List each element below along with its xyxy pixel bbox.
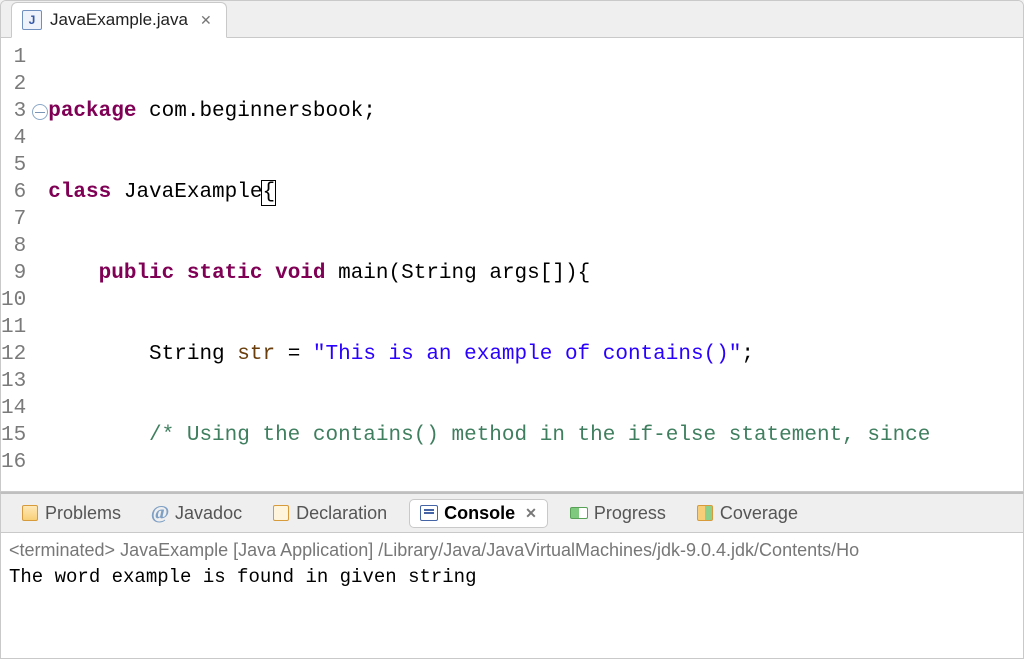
coverage-icon <box>696 504 714 522</box>
fold-toggle-icon[interactable] <box>32 104 48 120</box>
editor-tabbar: J JavaExample.java ✕ <box>1 1 1023 38</box>
console-output-line: The word example is found in given strin… <box>9 564 1015 591</box>
console-icon <box>420 505 438 521</box>
tab-progress[interactable]: Progress <box>562 499 674 528</box>
editor-tab-javaexample[interactable]: J JavaExample.java ✕ <box>11 2 227 38</box>
code-area[interactable]: 1234 5678 9101112 13141516 package com.b… <box>1 38 1023 491</box>
fold-column <box>32 44 48 491</box>
close-icon[interactable]: ✕ <box>525 505 537 522</box>
javadoc-icon: @ <box>151 504 169 522</box>
editor-panel: J JavaExample.java ✕ 1234 5678 9101112 1… <box>0 0 1024 492</box>
tab-coverage[interactable]: Coverage <box>688 499 806 528</box>
console-view[interactable]: <terminated> JavaExample [Java Applicati… <box>1 533 1023 658</box>
line-gutter: 1234 5678 9101112 13141516 <box>1 44 32 491</box>
tab-javadoc[interactable]: @ Javadoc <box>143 499 250 528</box>
editor-tab-label: JavaExample.java <box>50 10 188 30</box>
problems-icon <box>21 504 39 522</box>
code-lines[interactable]: package com.beginnersbook; class JavaExa… <box>48 44 1023 491</box>
progress-icon <box>570 504 588 522</box>
close-icon[interactable]: ✕ <box>200 12 212 29</box>
ide-root: J JavaExample.java ✕ 1234 5678 9101112 1… <box>0 0 1024 659</box>
tab-console[interactable]: Console ✕ <box>409 499 548 528</box>
declaration-icon <box>272 504 290 522</box>
cursor-brace: { <box>261 180 276 206</box>
tab-problems[interactable]: Problems <box>13 499 129 528</box>
console-status: <terminated> JavaExample [Java Applicati… <box>9 537 1015 564</box>
bottom-tabbar: Problems @ Javadoc Declaration Console ✕… <box>1 494 1023 533</box>
java-file-icon: J <box>22 10 42 30</box>
bottom-panel: Problems @ Javadoc Declaration Console ✕… <box>0 492 1024 659</box>
tab-declaration[interactable]: Declaration <box>264 499 395 528</box>
